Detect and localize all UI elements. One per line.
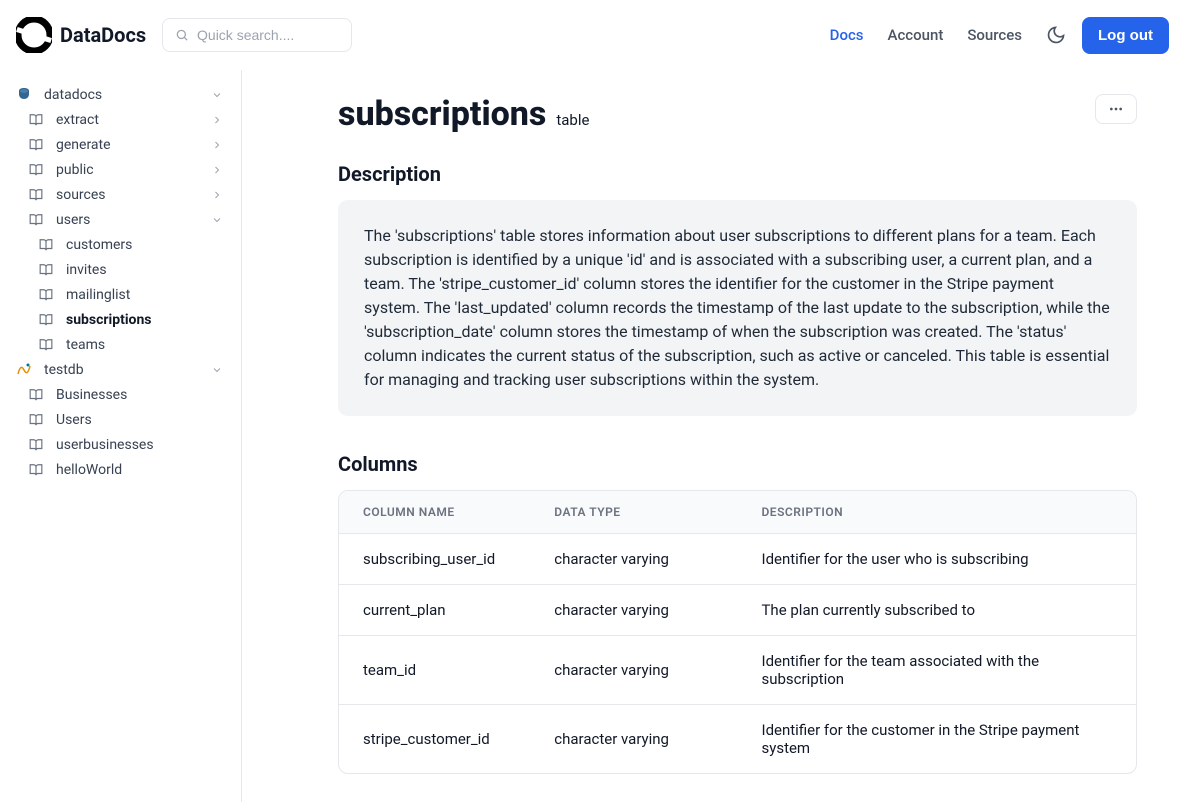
page-subtitle: table <box>556 111 589 129</box>
table-row[interactable]: team_id character varying Identifier for… <box>339 636 1136 705</box>
book-icon <box>28 112 44 128</box>
page-title-wrap: subscriptions table <box>338 94 589 134</box>
search-icon <box>175 27 189 43</box>
main-content: subscriptions table Description The 'sub… <box>242 70 1185 802</box>
column-type-cell: character varying <box>530 636 737 705</box>
columns-header-type: DATA TYPE <box>530 491 737 534</box>
header: DataDocs Docs Account Sources Log out <box>0 0 1185 70</box>
column-type-cell: character varying <box>530 585 737 636</box>
logout-button[interactable]: Log out <box>1082 17 1169 54</box>
chevron-right-icon <box>211 164 225 176</box>
book-icon <box>28 187 44 203</box>
chevron-right-icon <box>211 139 225 151</box>
chevron-down-icon <box>211 214 225 226</box>
column-type-cell: character varying <box>530 705 737 773</box>
book-icon <box>28 462 44 478</box>
sidebar-db-testdb[interactable]: testdb <box>8 358 233 382</box>
column-name-cell: current_plan <box>339 585 530 636</box>
book-icon <box>38 262 54 278</box>
moon-icon <box>1046 25 1066 45</box>
book-icon <box>28 437 44 453</box>
columns-header-row: COLUMN NAME DATA TYPE DESCRIPTION <box>339 491 1136 534</box>
sidebar-schema-sources[interactable]: sources <box>8 183 233 207</box>
column-desc-cell: Identifier for the team associated with … <box>737 636 1136 705</box>
nav-account[interactable]: Account <box>888 26 944 44</box>
book-icon <box>28 137 44 153</box>
table-row[interactable]: subscribing_user_id character varying Id… <box>339 534 1136 585</box>
sidebar-db-label: datadocs <box>44 87 211 103</box>
nav-links: Docs Account Sources <box>830 25 1066 45</box>
book-icon <box>28 162 44 178</box>
sidebar-table-businesses[interactable]: Businesses <box>8 383 233 407</box>
columns-header-desc: DESCRIPTION <box>737 491 1136 534</box>
logo[interactable]: DataDocs <box>16 17 146 53</box>
description-heading: Description <box>338 162 1137 186</box>
nav-docs[interactable]: Docs <box>830 26 864 44</box>
column-desc-cell: Identifier for the customer in the Strip… <box>737 705 1136 773</box>
columns-header-name: COLUMN NAME <box>339 491 530 534</box>
description-box: The 'subscriptions' table stores informa… <box>338 200 1137 416</box>
sidebar-schema-generate[interactable]: generate <box>8 133 233 157</box>
column-name-cell: subscribing_user_id <box>339 534 530 585</box>
chevron-right-icon <box>211 189 225 201</box>
book-icon <box>38 287 54 303</box>
logo-wordmark: DataDocs <box>60 23 146 47</box>
page-title: subscriptions <box>338 94 546 134</box>
book-icon <box>38 237 54 253</box>
column-name-cell: team_id <box>339 636 530 705</box>
more-options-button[interactable] <box>1095 94 1137 124</box>
sidebar-table-invites[interactable]: invites <box>8 258 233 282</box>
sidebar-db-label: testdb <box>44 362 211 378</box>
sidebar-db-datadocs[interactable]: datadocs <box>8 83 233 107</box>
column-name-cell: stripe_customer_id <box>339 705 530 773</box>
book-icon <box>28 387 44 403</box>
book-icon <box>28 212 44 228</box>
chevron-down-icon <box>211 364 225 376</box>
book-icon <box>38 312 54 328</box>
table-row[interactable]: current_plan character varying The plan … <box>339 585 1136 636</box>
mysql-icon <box>16 362 32 378</box>
chevron-down-icon <box>211 89 225 101</box>
sidebar-schema-users[interactable]: users <box>8 208 233 232</box>
sidebar: datadocs extract generate <box>0 70 242 802</box>
sidebar-table-userbusinesses[interactable]: userbusinesses <box>8 433 233 457</box>
postgres-icon <box>16 87 32 103</box>
sidebar-table-helloworld[interactable]: helloWorld <box>8 458 233 482</box>
title-row: subscriptions table <box>338 94 1137 134</box>
column-desc-cell: Identifier for the user who is subscribi… <box>737 534 1136 585</box>
columns-heading: Columns <box>338 452 1137 476</box>
sidebar-table-customers[interactable]: customers <box>8 233 233 257</box>
nav-sources[interactable]: Sources <box>967 26 1022 44</box>
search-input[interactable] <box>197 27 339 43</box>
book-icon <box>28 412 44 428</box>
dots-horizontal-icon <box>1106 101 1126 117</box>
search-box[interactable] <box>162 18 352 52</box>
book-icon <box>38 337 54 353</box>
sidebar-schema-public[interactable]: public <box>8 158 233 182</box>
column-desc-cell: The plan currently subscribed to <box>737 585 1136 636</box>
sidebar-table-users[interactable]: Users <box>8 408 233 432</box>
sidebar-table-mailinglist[interactable]: mailinglist <box>8 283 233 307</box>
table-row[interactable]: stripe_customer_id character varying Ide… <box>339 705 1136 773</box>
logo-icon <box>16 17 52 53</box>
columns-table: COLUMN NAME DATA TYPE DESCRIPTION subscr… <box>338 490 1137 774</box>
sidebar-table-subscriptions[interactable]: subscriptions <box>8 308 233 332</box>
column-type-cell: character varying <box>530 534 737 585</box>
chevron-right-icon <box>211 114 225 126</box>
theme-toggle[interactable] <box>1046 25 1066 45</box>
sidebar-table-teams[interactable]: teams <box>8 333 233 357</box>
sidebar-schema-extract[interactable]: extract <box>8 108 233 132</box>
